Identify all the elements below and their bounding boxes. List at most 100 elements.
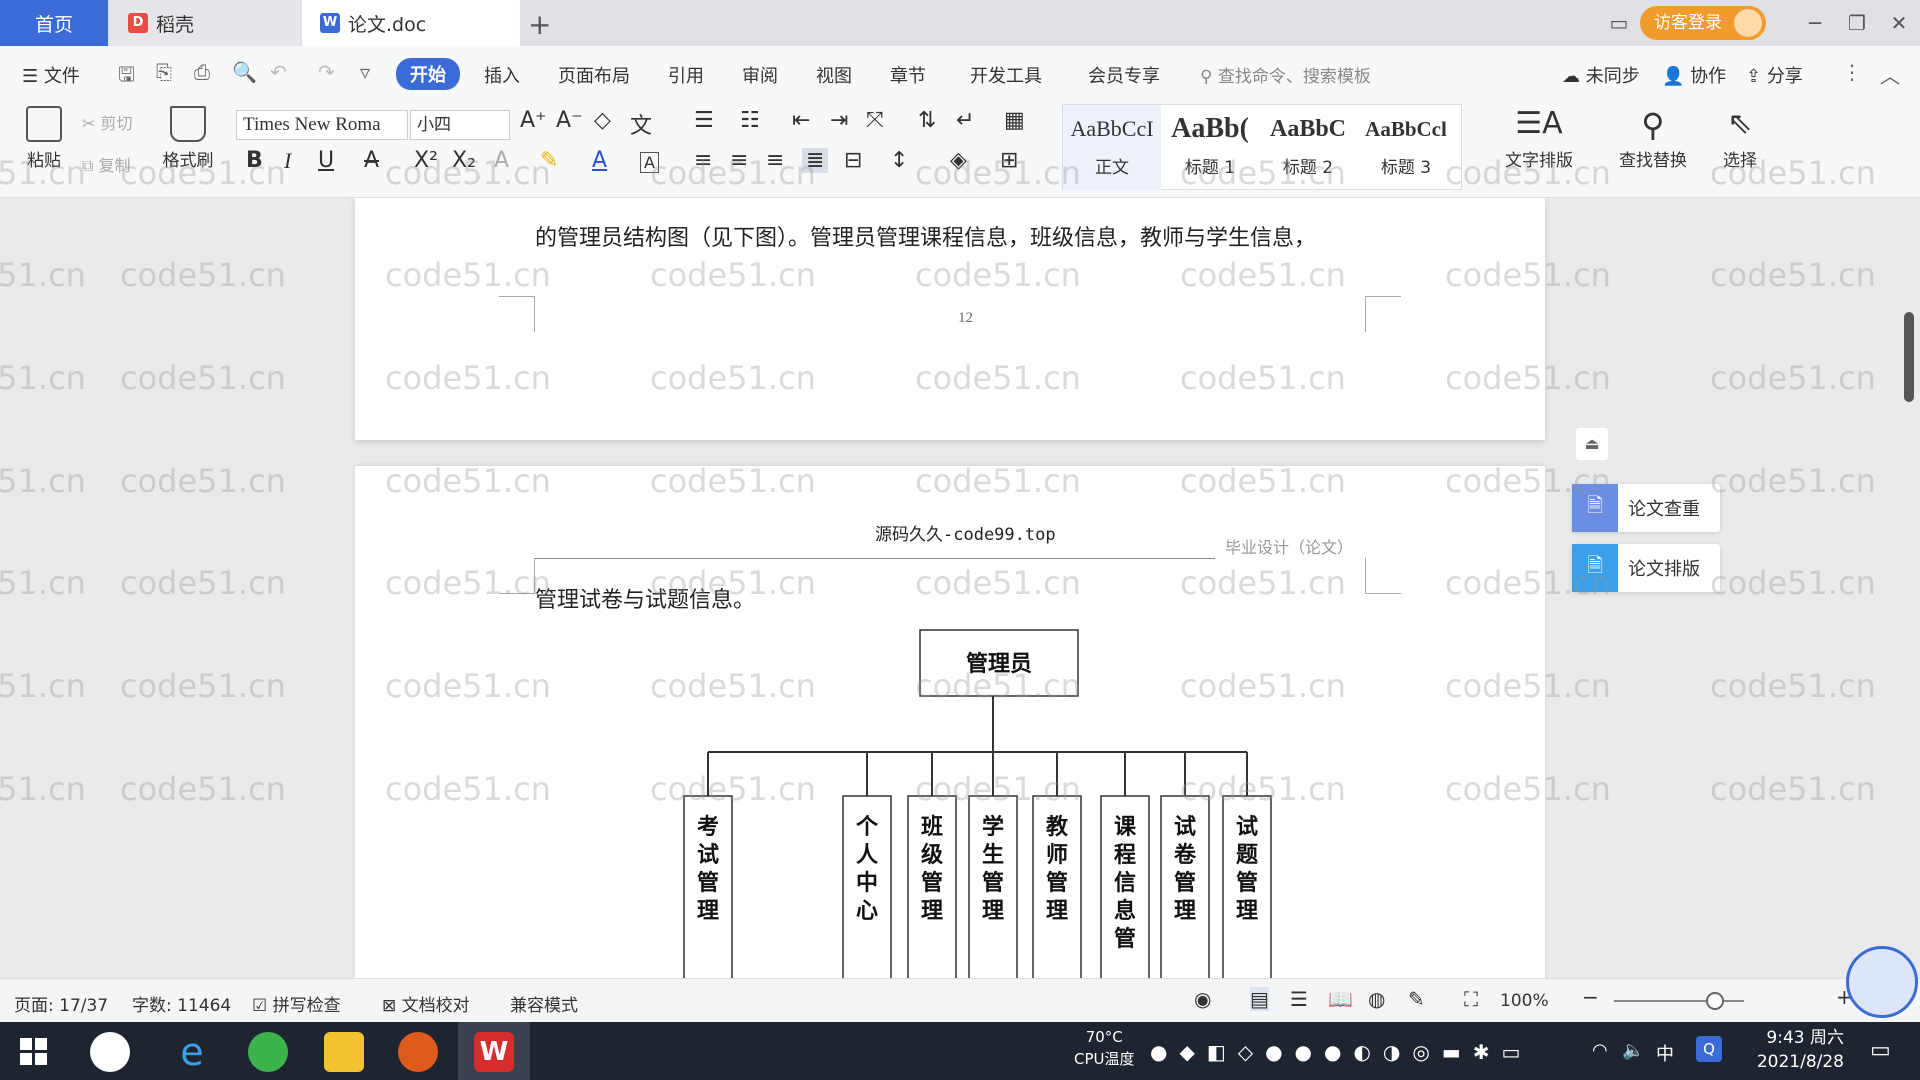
tab-ruler-icon[interactable]: ▦ <box>1004 108 1025 133</box>
subscript-button[interactable]: X₂ <box>452 148 476 173</box>
bullet-list-icon[interactable]: ☰ <box>694 108 714 133</box>
new-tab-button[interactable]: + <box>528 8 551 41</box>
share-button[interactable]: ⇪ 分享 <box>1746 62 1803 88</box>
ie-browser-icon[interactable]: e <box>172 1032 212 1072</box>
layout-icon[interactable]: ▭ <box>1598 11 1640 35</box>
zoom-slider-knob[interactable] <box>1706 992 1724 1010</box>
page-indicator[interactable]: 页面: 17/37 <box>14 991 108 1016</box>
sync-button[interactable]: ☁ 未同步 <box>1562 62 1640 88</box>
sort-icon[interactable]: ⇅ <box>918 108 936 133</box>
shrink-font-icon[interactable]: A⁻ <box>556 108 583 133</box>
tab-daoke[interactable]: D 稻壳 <box>110 0 300 46</box>
network-icon[interactable]: ◠ <box>1592 1040 1608 1080</box>
bold-button[interactable]: B <box>246 148 263 173</box>
ime-indicator[interactable]: 中 <box>1656 1040 1674 1080</box>
align-left-icon[interactable]: ≡ <box>694 148 712 173</box>
style-heading-2[interactable]: AaBbC 标题 2 <box>1259 105 1357 191</box>
collab-button[interactable]: 👤 协作 <box>1662 62 1726 88</box>
eye-protect-icon[interactable]: ◉ <box>1194 987 1211 1011</box>
menu-review[interactable]: 审阅 <box>742 62 778 88</box>
word-count[interactable]: 字数: 11464 <box>132 991 231 1016</box>
close-button[interactable]: ✕ <box>1878 11 1920 35</box>
restore-button[interactable]: ❐ <box>1836 11 1878 35</box>
paper-check-button[interactable]: 🗎 论文查重 <box>1572 484 1720 532</box>
font-color-icon[interactable]: A <box>592 148 607 173</box>
spell-check-button[interactable]: ☑ 拼写检查 <box>252 991 341 1016</box>
file-explorer-icon[interactable] <box>324 1032 364 1072</box>
show-marks-icon[interactable]: ↵ <box>956 108 974 133</box>
text-effect-icon[interactable]: A <box>494 148 509 173</box>
strikethrough-button[interactable]: A <box>364 148 379 173</box>
menu-member[interactable]: 会员专享 <box>1088 62 1160 88</box>
start-icon[interactable] <box>20 1038 48 1066</box>
admin-structure-diagram[interactable]: 管理员 考试管理个人中心班级管理学生管理教师管理课程信息管试卷管理试题管理 <box>355 466 1545 978</box>
font-size-select[interactable]: 小四 <box>410 110 510 140</box>
print-icon[interactable]: ⎙ <box>194 60 210 84</box>
text-layout-button[interactable]: ☰A 文字排版 <box>1494 106 1584 171</box>
justify-icon[interactable]: ≣ <box>802 148 829 173</box>
system-clock[interactable]: 9:43 周六 2021/8/28 <box>1748 1026 1844 1074</box>
style-normal[interactable]: AaBbCcI 正文 <box>1063 105 1161 191</box>
align-center-icon[interactable]: ≡ <box>730 148 748 173</box>
font-name-select[interactable]: Times New Roma <box>236 110 408 140</box>
tab-home[interactable]: 首页 <box>0 0 108 46</box>
save-icon[interactable]: 🖫 <box>118 60 135 94</box>
menu-references[interactable]: 引用 <box>668 62 704 88</box>
cut-button[interactable]: ✂ 剪切 <box>82 110 133 134</box>
outline-view-icon[interactable]: ☰ <box>1290 987 1308 1011</box>
guest-login-button[interactable]: 访客登录 <box>1640 6 1766 40</box>
menu-chapter[interactable]: 章节 <box>890 62 926 88</box>
file-menu[interactable]: ☰ 文件 <box>22 62 80 88</box>
browser-icon[interactable] <box>248 1032 288 1072</box>
web-view-icon[interactable]: ◍ <box>1368 987 1385 1011</box>
tab-document[interactable]: W 论文.doc <box>302 0 520 46</box>
search-tray-icon[interactable]: Q <box>1696 1036 1722 1062</box>
wps-icon[interactable]: W <box>474 1032 514 1072</box>
document-canvas[interactable]: 的管理员结构图（见下图）。管理员管理课程信息，班级信息，教师与学生信息， 12 … <box>0 198 1920 978</box>
cpu-temp-widget[interactable]: 70°C CPU温度 <box>1074 1026 1135 1080</box>
borders-icon[interactable]: ⊞ <box>1000 148 1018 173</box>
shading-icon[interactable]: ◈ <box>950 148 967 173</box>
menu-insert[interactable]: 插入 <box>484 62 520 88</box>
more-icon[interactable]: ⋮ <box>1842 60 1862 84</box>
italic-button[interactable]: I <box>284 148 291 174</box>
paste-button[interactable]: 粘贴 <box>16 106 72 171</box>
superscript-button[interactable]: X² <box>414 148 438 173</box>
menu-view[interactable]: 视图 <box>816 62 852 88</box>
underline-button[interactable]: U <box>318 148 334 173</box>
notification-icon[interactable]: ▭ <box>1870 1038 1891 1080</box>
phonetic-icon[interactable]: 文 <box>630 108 652 140</box>
fit-page-icon[interactable]: ⛶ <box>1464 987 1478 1011</box>
menu-page-layout[interactable]: 页面布局 <box>558 62 630 88</box>
char-border-icon[interactable]: A <box>640 152 659 173</box>
clear-format-icon[interactable]: ◇ <box>594 108 611 133</box>
page-view-icon[interactable]: ▤ <box>1250 987 1269 1011</box>
write-view-icon[interactable]: ✎ <box>1408 987 1425 1011</box>
menu-developer[interactable]: 开发工具 <box>970 62 1042 88</box>
decrease-indent-icon[interactable]: ⇤ <box>792 108 810 133</box>
scrollbar-thumb[interactable] <box>1904 312 1914 402</box>
customize-icon[interactable]: ▿ <box>360 60 370 84</box>
zoom-out-icon[interactable]: − <box>1582 985 1599 1009</box>
numbered-list-icon[interactable]: ☷ <box>740 108 760 133</box>
select-button[interactable]: ⇖ 选择 <box>1710 106 1770 171</box>
media-app-icon[interactable] <box>398 1032 438 1072</box>
copy-button[interactable]: ⧉ 复制 <box>82 152 131 176</box>
body-paragraph[interactable]: 的管理员结构图（见下图）。管理员管理课程信息，班级信息，教师与学生信息， <box>535 220 1316 252</box>
style-heading-1[interactable]: AaBb( 标题 1 <box>1161 105 1259 191</box>
tray-icons[interactable]: ●◆◧◇●●●◐◑◎▬✱▭ <box>1150 1040 1532 1080</box>
zoom-slider[interactable] <box>1614 1000 1744 1002</box>
zoom-level[interactable]: 100% <box>1500 991 1549 1011</box>
minimize-button[interactable]: ─ <box>1794 11 1836 35</box>
format-painter-button[interactable]: 格式刷 <box>160 106 216 171</box>
volume-icon[interactable]: 🔈 <box>1622 1040 1644 1080</box>
print-preview-icon[interactable]: 🔍 <box>232 60 257 84</box>
distribute-icon[interactable]: ⊟ <box>844 148 862 173</box>
assistant-icon[interactable] <box>1846 946 1918 1018</box>
increase-indent-icon[interactable]: ⇥ <box>830 108 848 133</box>
paper-layout-button[interactable]: 🗎 论文排版 <box>1572 544 1720 592</box>
redo-icon[interactable]: ↷ <box>318 60 335 84</box>
align-right-icon[interactable]: ≡ <box>766 148 784 173</box>
style-heading-3[interactable]: AaBbCcl 标题 3 <box>1357 105 1455 191</box>
chinese-layout-icon[interactable]: ⤧ <box>866 108 884 133</box>
